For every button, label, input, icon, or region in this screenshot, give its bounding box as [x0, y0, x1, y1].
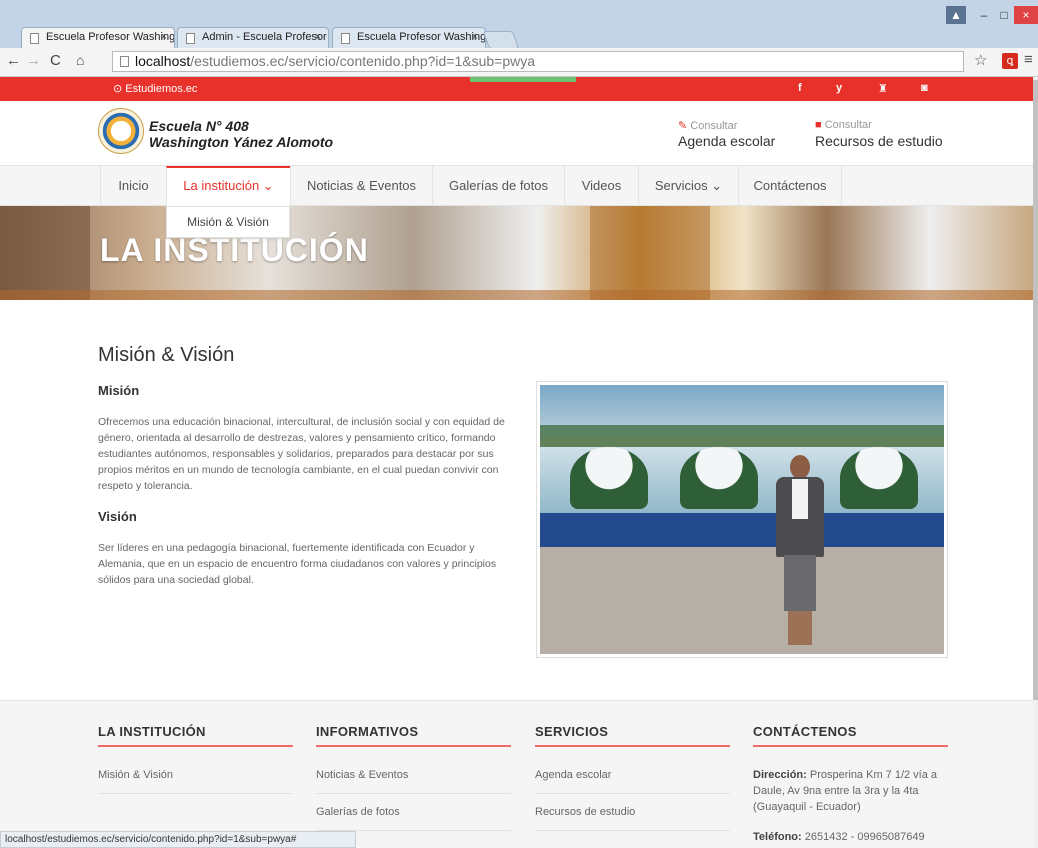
acrobat-extension-icon[interactable]: ꝗ	[1002, 53, 1018, 69]
page-icon	[341, 33, 350, 44]
footer-heading-institucion: LA INSTITUCIÓN	[98, 724, 206, 739]
consult-label: Consultar	[690, 120, 738, 132]
browser-titlebar: Escuela Profesor Washing × Admin - Escue…	[0, 0, 1038, 49]
school-logo[interactable]	[98, 108, 144, 154]
facebook-icon[interactable]: f	[798, 82, 802, 94]
recursos-estudio-link[interactable]: Recursos de estudio	[815, 133, 943, 149]
close-tab-icon[interactable]: ×	[472, 31, 478, 43]
mision-heading: Misión	[98, 383, 140, 398]
main-nav: Inicio La institución ⌄ Noticias & Event…	[0, 165, 1033, 206]
close-tab-icon[interactable]: ×	[161, 31, 167, 43]
nav-noticias-eventos[interactable]: Noticias & Eventos	[290, 166, 432, 206]
close-window-icon[interactable]: ×	[1014, 6, 1038, 24]
phone-value: 2651432 - 09965087649	[801, 831, 925, 843]
nav-servicios[interactable]: Servicios ⌄	[638, 166, 738, 206]
loading-indicator	[470, 77, 576, 82]
forward-icon[interactable]: →	[26, 52, 41, 69]
footer-link-galerias[interactable]: Galerías de fotos	[316, 806, 400, 818]
youtube-icon[interactable]: ♜	[878, 82, 888, 95]
book-icon: ■	[815, 119, 822, 131]
user-profile-icon[interactable]: ▲	[946, 6, 966, 24]
address-bar[interactable]: localhost/estudiemos.ec/servicio/conteni…	[112, 51, 964, 72]
nav-galerias-fotos[interactable]: Galerías de fotos	[432, 166, 564, 206]
close-tab-icon[interactable]: ×	[315, 31, 321, 43]
tab-title: Admin - Escuela Profesor	[202, 31, 327, 43]
brand-label: Estudiemos.ec	[125, 83, 198, 95]
principal-photo	[536, 381, 948, 658]
scrollbar-thumb[interactable]	[1033, 80, 1038, 700]
instagram-icon[interactable]: ◙	[921, 82, 928, 94]
consult-agenda-label[interactable]: ✎ Consultar	[678, 119, 737, 132]
browser-tab-1[interactable]: Escuela Profesor Washing ×	[21, 27, 175, 48]
nav-videos[interactable]: Videos	[564, 166, 638, 206]
dropdown-mision-vision[interactable]: Misión & Visión	[166, 206, 290, 238]
person-figure	[772, 455, 828, 647]
vision-text: Ser líderes en una pedagogía binacional,…	[98, 542, 497, 586]
tab-title: Escuela Profesor Washing	[46, 31, 175, 43]
consult-label: Consultar	[824, 119, 872, 131]
page-icon	[30, 33, 39, 44]
footer-heading-contactenos: CONTÁCTENOS	[753, 724, 857, 739]
address-label: Dirección:	[753, 769, 807, 781]
footer-heading-servicios: SERVICIOS	[535, 724, 609, 739]
back-icon[interactable]: ←	[6, 52, 21, 69]
agenda-escolar-link[interactable]: Agenda escolar	[678, 133, 775, 149]
url-path: /estudiemos.ec/servicio/contenido.php?id…	[190, 53, 536, 69]
menu-icon[interactable]: ≡	[1024, 51, 1033, 68]
footer-link-agenda[interactable]: Agenda escolar	[535, 769, 611, 781]
topbar-brand-link[interactable]: ⊙ Estudiemos.ec	[113, 82, 197, 95]
twitter-icon[interactable]: y	[836, 82, 842, 94]
footer-link-mision-vision[interactable]: Misión & Visión	[98, 769, 173, 781]
nav-la-institucion[interactable]: La institución ⌄	[166, 166, 290, 206]
minimize-icon[interactable]: –	[974, 6, 994, 24]
nav-contactenos[interactable]: Contáctenos	[738, 166, 842, 206]
browser-toolbar: ← → C ⌂ localhost/estudiemos.ec/servicio…	[0, 48, 1038, 77]
footer-address: Dirección: Prosperina Km 7 1/2 vía a Dau…	[753, 767, 953, 815]
mision-text: Ofrecemos una educación binacional, inte…	[98, 416, 505, 492]
school-name-line1[interactable]: Escuela N° 408	[149, 118, 249, 134]
edit-icon: ✎	[678, 120, 688, 132]
footer-phone: Teléfono: 2651432 - 09965087649	[753, 829, 953, 845]
maximize-icon[interactable]: □	[994, 6, 1014, 24]
school-name-line2[interactable]: Washington Yánez Alomoto	[149, 134, 333, 150]
bookmark-star-icon[interactable]: ☆	[974, 51, 987, 69]
home-icon[interactable]: ⌂	[76, 52, 84, 68]
phone-label: Teléfono:	[753, 831, 802, 843]
page-icon	[186, 33, 195, 44]
page-title: Misión & Visión	[98, 344, 235, 366]
status-bar-url: localhost/estudiemos.ec/servicio/conteni…	[0, 831, 356, 848]
footer-link-recursos[interactable]: Recursos de estudio	[535, 806, 635, 818]
browser-tab-2[interactable]: Admin - Escuela Profesor ×	[177, 27, 329, 48]
page-icon	[120, 56, 129, 67]
reload-icon[interactable]: C	[50, 52, 61, 69]
nav-inicio[interactable]: Inicio	[100, 166, 166, 206]
vision-heading: Visión	[98, 509, 137, 524]
browser-tab-3[interactable]: Escuela Profesor Washing ×	[332, 27, 486, 48]
tab-title: Escuela Profesor Washing	[357, 31, 486, 43]
footer-heading-informativos: INFORMATIVOS	[316, 724, 419, 739]
footer-link-noticias[interactable]: Noticias & Eventos	[316, 769, 408, 781]
url-host: localhost	[135, 53, 191, 69]
new-tab-button[interactable]	[482, 31, 520, 49]
consult-resources-label[interactable]: ■ Consultar	[815, 119, 872, 131]
